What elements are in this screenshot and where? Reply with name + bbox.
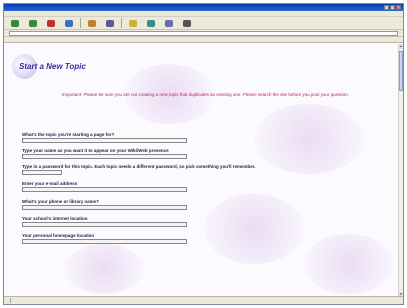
toolbar-separator bbox=[80, 18, 81, 28]
mail-icon bbox=[165, 19, 173, 27]
form-question: What's the topic you're starting a page … bbox=[22, 132, 352, 143]
maximize-button[interactable]: □ bbox=[390, 5, 395, 10]
title-bar: – □ × bbox=[4, 4, 403, 11]
stop-button[interactable] bbox=[44, 19, 58, 27]
print-icon bbox=[183, 19, 191, 27]
forward-icon bbox=[29, 19, 37, 27]
question-label: Your school's internet location bbox=[22, 216, 88, 221]
back-button[interactable] bbox=[8, 19, 22, 27]
links-bar bbox=[4, 37, 403, 43]
question-label: Enter your e-mail address bbox=[22, 181, 78, 186]
window-controls: – □ × bbox=[384, 5, 401, 10]
form-question: Type in a password for this topic. Each … bbox=[22, 164, 352, 175]
home-button[interactable] bbox=[85, 19, 99, 27]
question-input[interactable] bbox=[22, 205, 187, 210]
mail-button[interactable] bbox=[162, 19, 176, 27]
question-label: What's your phone or library name? bbox=[22, 199, 99, 204]
refresh-button[interactable] bbox=[62, 19, 76, 27]
address-bar bbox=[4, 30, 403, 37]
question-input[interactable] bbox=[22, 187, 187, 192]
form-question: Enter your e-mail address bbox=[22, 181, 352, 192]
scroll-thumb[interactable] bbox=[399, 51, 403, 91]
page-logo: Start a New Topic bbox=[12, 54, 86, 79]
question-label: What's the topic you're starting a page … bbox=[22, 132, 115, 137]
page-content: Start a New Topic Important: Please be s… bbox=[4, 44, 401, 297]
form-question: Type your name as you want it to appear … bbox=[22, 148, 352, 159]
toolbar-separator bbox=[121, 18, 122, 28]
favorites-icon bbox=[129, 19, 137, 27]
status-divider bbox=[10, 298, 11, 303]
back-icon bbox=[11, 19, 19, 27]
background-swirl bbox=[64, 244, 144, 294]
stop-icon bbox=[47, 19, 55, 27]
close-button[interactable]: × bbox=[396, 5, 401, 10]
question-input[interactable] bbox=[22, 170, 62, 175]
question-input[interactable] bbox=[22, 154, 187, 159]
page-title: Start a New Topic bbox=[19, 62, 86, 71]
browser-window: – □ × Start a New Topic Important: Pleas… bbox=[3, 3, 404, 305]
search-icon bbox=[106, 19, 114, 27]
form-question: What's your phone or library name? bbox=[22, 199, 352, 210]
form-question: Your school's internet location bbox=[22, 216, 352, 227]
history-button[interactable] bbox=[144, 19, 158, 27]
question-input[interactable] bbox=[22, 239, 187, 244]
vertical-scrollbar[interactable]: ▲ ▼ bbox=[398, 44, 403, 297]
form-question: Your personal homepage location bbox=[22, 233, 352, 244]
address-input[interactable] bbox=[9, 30, 398, 36]
question-input[interactable] bbox=[22, 222, 187, 227]
question-input[interactable] bbox=[22, 138, 187, 143]
search-button[interactable] bbox=[103, 19, 117, 27]
toolbar bbox=[4, 17, 403, 30]
question-label: Type in a password for this topic. Each … bbox=[22, 164, 256, 169]
home-icon bbox=[88, 19, 96, 27]
minimize-button[interactable]: – bbox=[384, 5, 389, 10]
favorites-button[interactable] bbox=[126, 19, 140, 27]
print-button[interactable] bbox=[180, 19, 194, 27]
scroll-up-arrow-icon[interactable]: ▲ bbox=[399, 44, 403, 49]
question-label: Type your name as you want it to appear … bbox=[22, 148, 169, 153]
refresh-icon bbox=[65, 19, 73, 27]
status-bar bbox=[4, 296, 403, 304]
question-label: Your personal homepage location bbox=[22, 233, 95, 238]
history-icon bbox=[147, 19, 155, 27]
important-notice: Important: Please be sure you are not cr… bbox=[62, 92, 349, 97]
forward-button[interactable] bbox=[26, 19, 40, 27]
